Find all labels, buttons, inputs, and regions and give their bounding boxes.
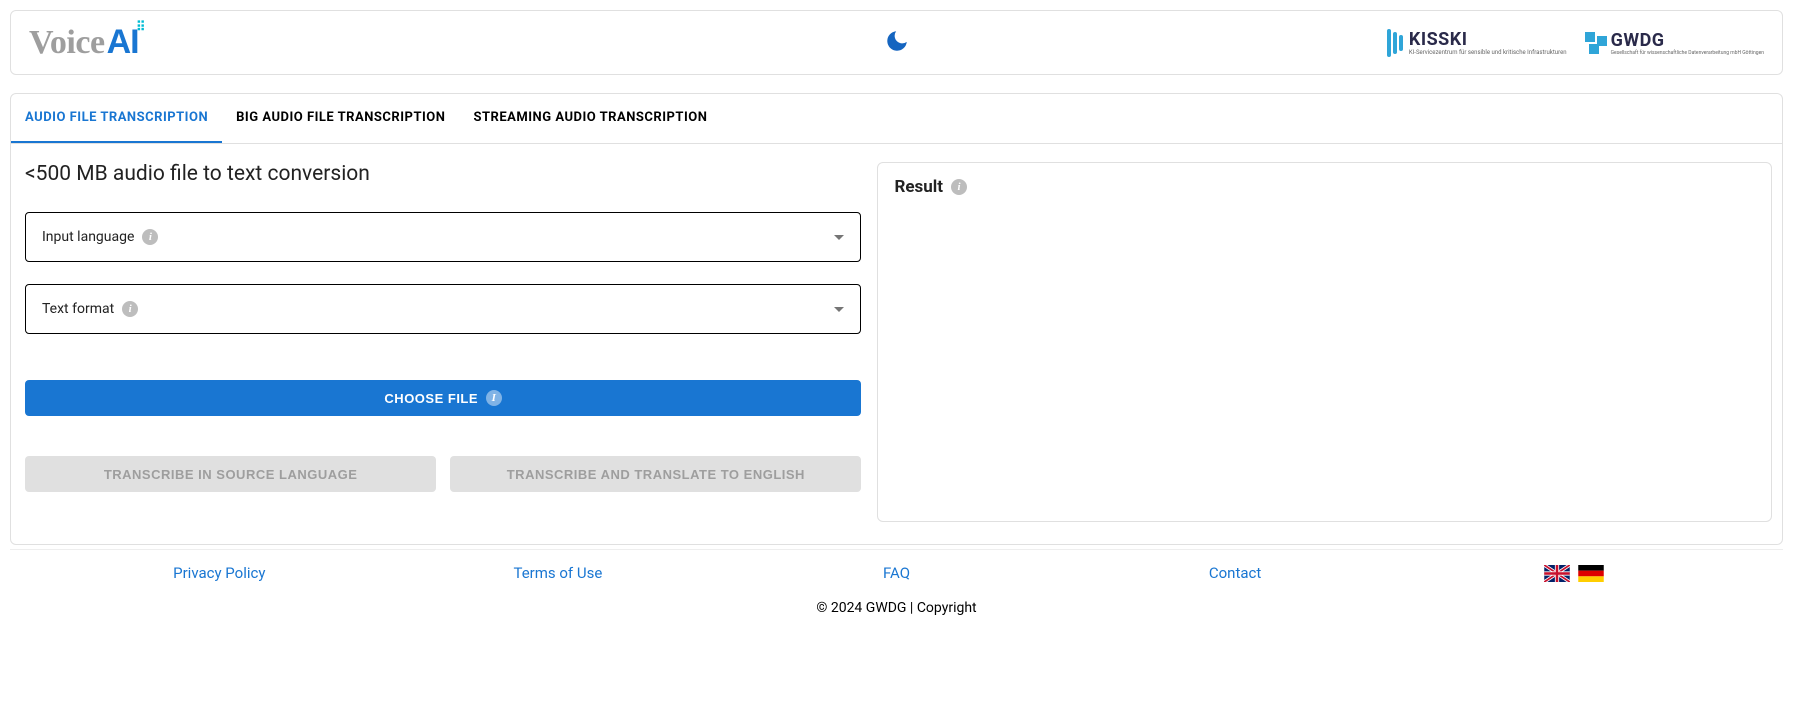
result-column: Result i bbox=[877, 162, 1772, 522]
transcribe-source-label: TRANSCRIBE IN SOURCE LANGUAGE bbox=[104, 467, 358, 482]
info-icon[interactable]: i bbox=[486, 390, 502, 406]
result-panel: Result i bbox=[877, 162, 1772, 522]
kisski-text: KISSKI bbox=[1409, 29, 1567, 50]
text-format-label: Text format bbox=[42, 301, 114, 317]
info-icon[interactable]: i bbox=[142, 229, 158, 245]
text-format-select[interactable]: Text format i bbox=[25, 284, 861, 334]
app-header: Voice AI ⠿ KISSKI KI-Servicezentrum für bbox=[10, 10, 1783, 75]
tabs-bar: AUDIO FILE TRANSCRIPTION BIG AUDIO FILE … bbox=[11, 94, 1782, 144]
info-icon[interactable]: i bbox=[122, 301, 138, 317]
logo-sparkle-icon: ⠿ bbox=[136, 19, 142, 35]
info-icon[interactable]: i bbox=[951, 179, 967, 195]
tab-label: AUDIO FILE TRANSCRIPTION bbox=[25, 110, 208, 125]
tab-content: <500 MB audio file to text conversion In… bbox=[11, 144, 1782, 544]
kisski-subtext: KI-Servicezentrum für sensible und kriti… bbox=[1409, 50, 1567, 56]
chevron-down-icon bbox=[834, 307, 844, 312]
chevron-down-icon bbox=[834, 235, 844, 240]
input-language-label: Input language bbox=[42, 229, 134, 245]
section-title: <500 MB audio file to text conversion bbox=[25, 162, 861, 186]
logo-text-main: Voice bbox=[29, 24, 105, 62]
footer: Privacy Policy Terms of Use FAQ Contact bbox=[10, 549, 1783, 624]
footer-link-contact[interactable]: Contact bbox=[1209, 564, 1261, 582]
transcribe-english-button: TRANSCRIBE AND TRANSLATE TO ENGLISH bbox=[450, 456, 861, 492]
tab-audio-file[interactable]: AUDIO FILE TRANSCRIPTION bbox=[11, 94, 222, 143]
choose-file-button[interactable]: CHOOSE FILE i bbox=[25, 380, 861, 416]
tab-label: STREAMING AUDIO TRANSCRIPTION bbox=[473, 110, 707, 125]
language-english-button[interactable] bbox=[1544, 565, 1570, 582]
result-title: Result i bbox=[894, 177, 967, 197]
choose-file-label: CHOOSE FILE bbox=[384, 391, 478, 406]
footer-link-privacy[interactable]: Privacy Policy bbox=[173, 564, 265, 582]
tab-big-audio-file[interactable]: BIG AUDIO FILE TRANSCRIPTION bbox=[222, 94, 459, 143]
app-logo: Voice AI ⠿ bbox=[29, 23, 139, 62]
gwdg-text: GWDG bbox=[1611, 30, 1764, 51]
main-card: AUDIO FILE TRANSCRIPTION BIG AUDIO FILE … bbox=[10, 93, 1783, 545]
gwdg-subtext: Gesellschaft für wissenschaftliche Daten… bbox=[1611, 51, 1764, 56]
uk-flag-icon bbox=[1544, 565, 1570, 582]
footer-link-faq[interactable]: FAQ bbox=[883, 564, 910, 582]
moon-icon bbox=[884, 28, 910, 54]
footer-links: Privacy Policy Terms of Use FAQ Contact bbox=[50, 564, 1743, 582]
de-flag-icon bbox=[1578, 565, 1604, 582]
kisski-bars-icon bbox=[1387, 29, 1405, 57]
input-language-select[interactable]: Input language i bbox=[25, 212, 861, 262]
logo-text-ai: AI ⠿ bbox=[107, 23, 139, 62]
form-column: <500 MB audio file to text conversion In… bbox=[21, 162, 861, 522]
partner-logos: KISSKI KI-Servicezentrum für sensible un… bbox=[1387, 29, 1764, 57]
dark-mode-toggle[interactable] bbox=[884, 42, 910, 58]
copyright-text: © 2024 GWDG | Copyright bbox=[50, 600, 1743, 616]
footer-link-terms[interactable]: Terms of Use bbox=[513, 564, 602, 582]
tab-label: BIG AUDIO FILE TRANSCRIPTION bbox=[236, 110, 445, 125]
transcribe-english-label: TRANSCRIBE AND TRANSLATE TO ENGLISH bbox=[507, 467, 805, 482]
transcribe-source-button: TRANSCRIBE IN SOURCE LANGUAGE bbox=[25, 456, 436, 492]
kisski-logo[interactable]: KISSKI KI-Servicezentrum für sensible un… bbox=[1387, 29, 1567, 57]
gwdg-squares-icon bbox=[1585, 32, 1607, 54]
language-german-button[interactable] bbox=[1578, 565, 1604, 582]
tab-streaming-audio[interactable]: STREAMING AUDIO TRANSCRIPTION bbox=[459, 94, 721, 143]
gwdg-logo[interactable]: GWDG Gesellschaft für wissenschaftliche … bbox=[1585, 30, 1764, 56]
